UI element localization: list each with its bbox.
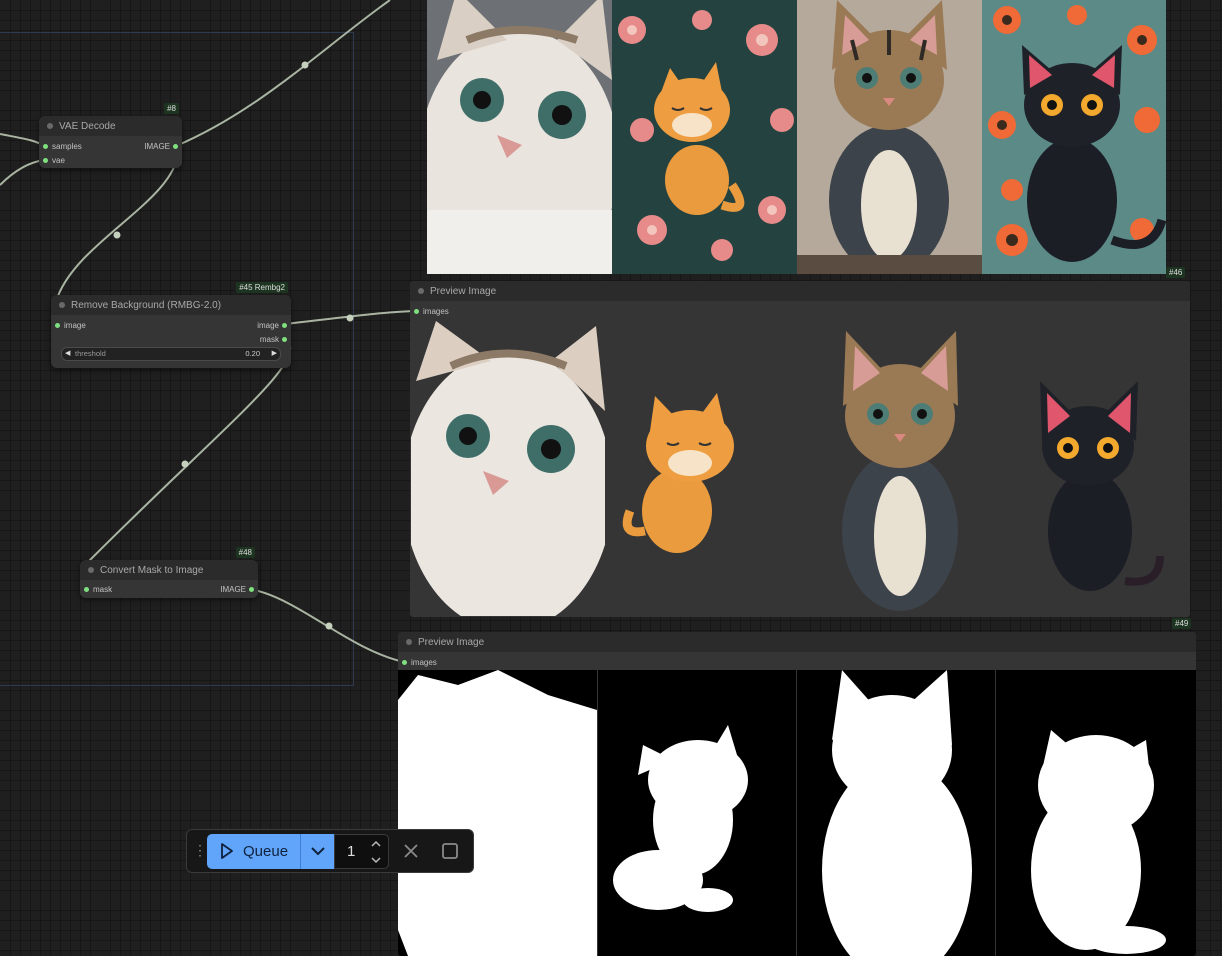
batch-count-input[interactable]: 1 <box>334 834 389 869</box>
close-icon[interactable] <box>400 840 422 862</box>
decrement-arrow-icon[interactable]: ◀ <box>65 349 70 357</box>
input-label-samples: samples <box>52 142 82 151</box>
input-label-vae: vae <box>52 156 65 165</box>
increment-arrow-icon[interactable]: ▶ <box>272 349 277 357</box>
collapse-dot-icon[interactable] <box>47 123 53 129</box>
stepper-down-icon[interactable] <box>370 855 382 865</box>
black-cat-cutout-image <box>1030 371 1165 616</box>
drag-handle-icon[interactable]: ⋮ <box>193 842 207 859</box>
batch-count-value: 1 <box>347 843 356 860</box>
input-label-images: images <box>423 307 449 316</box>
kitten-closeup-image <box>427 0 612 274</box>
node-id-badge-46: #46 <box>1166 267 1186 278</box>
collapse-dot-icon[interactable] <box>406 639 412 645</box>
node-title: Convert Mask to Image <box>100 565 204 576</box>
node-header[interactable]: VAE Decode #8 <box>39 103 182 136</box>
node-id-badge: #48 <box>235 547 255 558</box>
node-title: Preview Image <box>418 637 485 648</box>
input-slot-images[interactable] <box>414 309 419 314</box>
input-slot-mask[interactable] <box>84 587 89 592</box>
convert-mask-to-image-node[interactable]: Convert Mask to Image #48 mask IMAGE <box>80 547 258 598</box>
queue-toolbar: ⋮ Queue 1 <box>186 829 474 873</box>
mask-3-image <box>797 670 995 956</box>
tabby-cat-cutout-image <box>818 321 983 616</box>
stepper-up-icon[interactable] <box>370 839 382 849</box>
stop-icon[interactable] <box>439 840 461 862</box>
node-title: Preview Image <box>430 286 497 297</box>
black-cat-floral-image <box>982 0 1166 274</box>
node-header[interactable]: Convert Mask to Image #48 <box>80 547 258 580</box>
collapse-dot-icon[interactable] <box>59 302 65 308</box>
preview-image-node-46[interactable]: Preview Image images <box>410 281 1190 617</box>
node-title: VAE Decode <box>59 121 116 132</box>
input-label-image: image <box>64 321 86 330</box>
vae-decode-node[interactable]: VAE Decode #8 samples vae IMAGE <box>39 103 182 168</box>
mask-2-image <box>598 670 796 956</box>
output-label-image: IMAGE <box>220 585 246 594</box>
mask-1-image <box>398 670 597 956</box>
output-slot-mask[interactable] <box>282 337 287 342</box>
node-title: Remove Background (RMBG-2.0) <box>71 300 222 311</box>
remove-background-node[interactable]: Remove Background (RMBG-2.0) #45 Rembg2 … <box>51 282 291 368</box>
output-slot-image[interactable] <box>173 144 178 149</box>
play-icon <box>221 843 233 859</box>
collapse-dot-icon[interactable] <box>88 567 94 573</box>
widget-value-threshold: 0.20 <box>245 349 260 358</box>
collapse-dot-icon[interactable] <box>418 288 424 294</box>
node-id-badge: #45 Rembg2 <box>236 282 288 293</box>
queue-button[interactable]: Queue <box>207 834 334 869</box>
output-label-image: image <box>257 321 279 330</box>
kitten-cutout-image <box>411 321 605 616</box>
input-label-mask: mask <box>93 585 113 594</box>
threshold-slider[interactable]: ◀ threshold 0.20 ▶ <box>61 347 281 361</box>
input-label-images: images <box>411 658 437 667</box>
mask-4-image <box>996 670 1196 956</box>
node-id-badge: #8 <box>164 103 179 114</box>
queue-label: Queue <box>243 843 289 860</box>
chevron-down-icon <box>311 847 325 856</box>
output-slot-image[interactable] <box>282 323 287 328</box>
output-slot-image[interactable] <box>249 587 254 592</box>
output-label-image: IMAGE <box>144 142 170 151</box>
input-slot-vae[interactable] <box>43 158 48 163</box>
node-header[interactable]: Preview Image <box>410 281 1190 301</box>
cartoon-cat-cutout-image <box>615 391 755 561</box>
cartoon-cat-floral-image <box>612 0 797 274</box>
queue-options-button[interactable] <box>300 834 335 869</box>
preview-image-node-49[interactable]: Preview Image images <box>398 632 1196 956</box>
widget-label-threshold: threshold <box>75 349 106 358</box>
input-slot-samples[interactable] <box>43 144 48 149</box>
node-id-badge-49: #49 <box>1172 618 1192 629</box>
input-slot-images[interactable] <box>402 660 407 665</box>
output-label-mask: mask <box>259 335 279 344</box>
node-header[interactable]: Preview Image <box>398 632 1196 652</box>
upstream-image-strip <box>427 0 1166 274</box>
tabby-cat-image <box>797 0 982 274</box>
input-slot-image[interactable] <box>55 323 60 328</box>
node-header[interactable]: Remove Background (RMBG-2.0) #45 Rembg2 <box>51 282 291 315</box>
